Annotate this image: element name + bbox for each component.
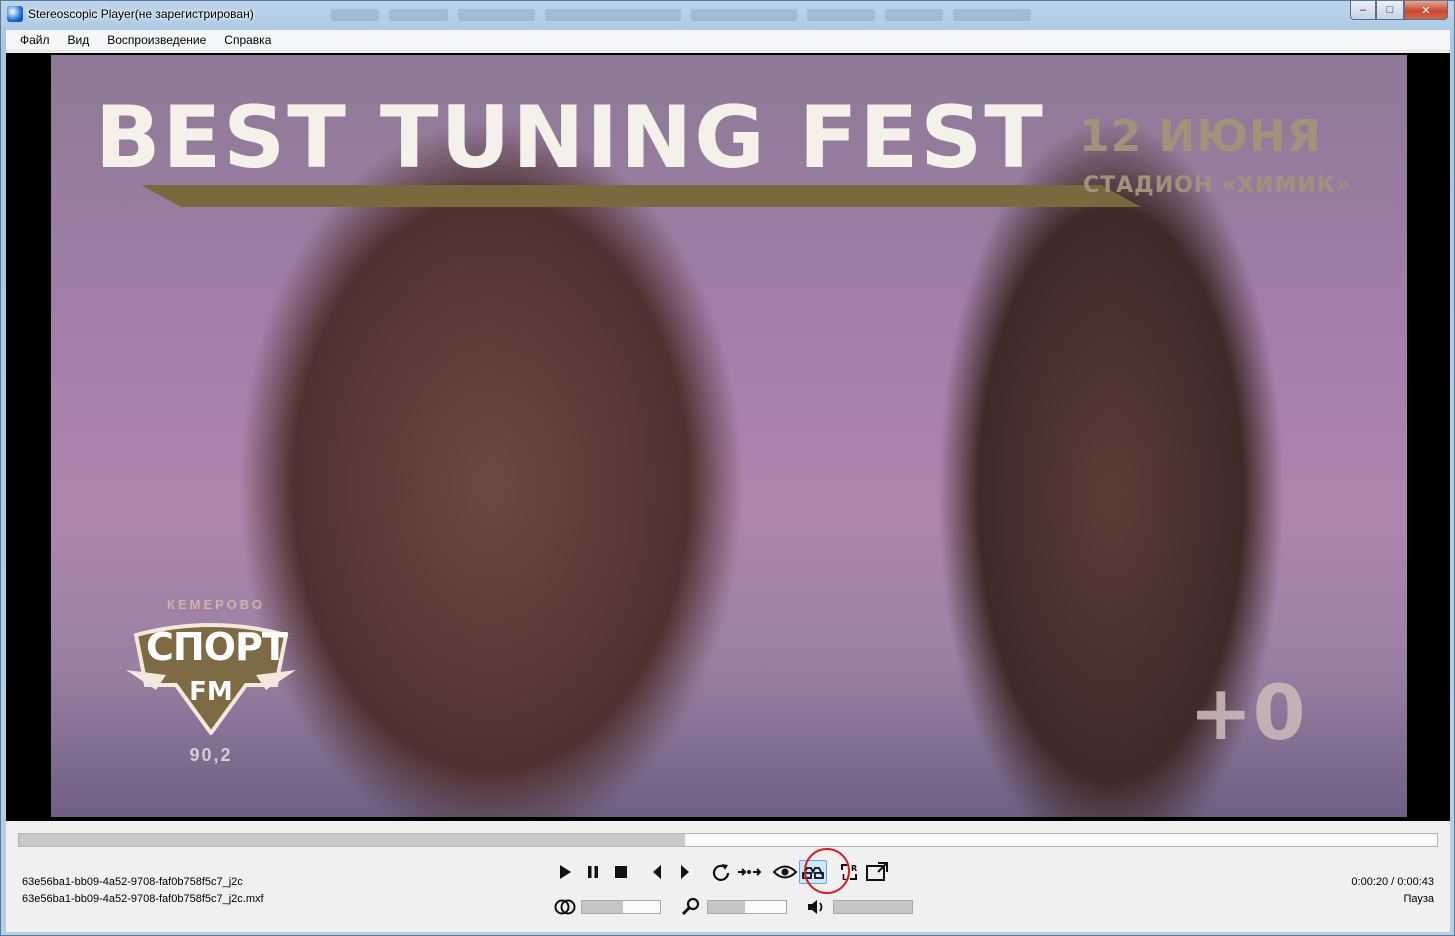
next-icon: [681, 865, 689, 879]
eye-icon: [773, 865, 797, 879]
swap-views-icon: [738, 868, 761, 876]
seek-progress: [19, 834, 686, 846]
pause-icon: [588, 866, 598, 878]
title-bar[interactable]: Stereoscopic Player(не зарегистрирован) …: [1, 1, 1454, 29]
zoom-slider-fill: [708, 901, 745, 913]
maximize-icon: □: [1386, 4, 1394, 16]
menu-view[interactable]: Вид: [59, 30, 99, 51]
age-rating: +0: [1189, 668, 1306, 757]
parallax-icon: [554, 899, 576, 915]
menu-playback[interactable]: Воспроизведение: [98, 30, 215, 51]
fullscreen-icon: [866, 862, 888, 881]
video-venue: СТАДИОН «ХИМИК»: [1083, 173, 1352, 198]
time-info: 0:00:20 / 0:00:43 Пауза: [1351, 874, 1434, 908]
zoom-icon: [681, 897, 700, 916]
logo-city: КЕМЕРОВО: [167, 597, 265, 612]
play-button[interactable]: [551, 860, 579, 884]
playback-status: Пауза: [1403, 893, 1434, 905]
sport-fm-logo: КЕМЕРОВО СПОРТ FM 90,2: [126, 595, 296, 775]
client-area: Файл Вид Воспроизведение Справка BEST TU…: [6, 30, 1450, 932]
adjust-controls: [551, 896, 929, 918]
video-headline: BEST TUNING FEST: [95, 88, 1045, 188]
minimize-button[interactable]: ‒: [1350, 1, 1376, 20]
logo-brand: FM: [189, 677, 233, 707]
volume-icon: [808, 900, 823, 914]
file-path: 63e56ba1-bb09-4a52-9708-faf0b758f5c7_j2c…: [22, 893, 264, 905]
pause-button[interactable]: [579, 860, 607, 884]
previous-button[interactable]: [643, 860, 671, 884]
menu-file[interactable]: Файл: [11, 30, 59, 51]
zoom-button[interactable]: [677, 895, 705, 919]
logo-frequency: 90,2: [189, 745, 233, 765]
svg-text:R: R: [851, 864, 857, 873]
stop-icon: [615, 866, 627, 878]
next-button[interactable]: [671, 860, 699, 884]
repeat-button[interactable]: [707, 860, 735, 884]
volume-button[interactable]: [803, 895, 831, 919]
video-area[interactable]: BEST TUNING FEST 12 ИЮНЯ СТАДИОН «ХИМИК»…: [6, 53, 1450, 821]
banner-stripe: [141, 185, 1141, 207]
minimize-icon: ‒: [1359, 4, 1367, 16]
repeat-icon: [712, 864, 730, 881]
player-window: Stereoscopic Player(не зарегистрирован) …: [0, 0, 1455, 936]
file-info: 63e56ba1-bb09-4a52-9708-faf0b758f5c7_j2c…: [22, 874, 264, 908]
play-icon: [560, 865, 571, 879]
zoom-slider[interactable]: [707, 900, 787, 914]
parallax-slider[interactable]: [581, 900, 661, 914]
close-button[interactable]: ✕: [1404, 1, 1448, 20]
app-icon: [7, 6, 23, 22]
close-icon: ✕: [1421, 4, 1431, 17]
parallax-button[interactable]: [551, 895, 579, 919]
logo-name: СПОРТ: [146, 625, 288, 669]
time-display: 0:00:20 / 0:00:43: [1351, 876, 1434, 888]
menu-help[interactable]: Справка: [215, 30, 280, 51]
volume-slider[interactable]: [833, 900, 913, 914]
maximize-button[interactable]: □: [1376, 1, 1404, 20]
highlight-ring: [804, 848, 850, 894]
video-frame: BEST TUNING FEST 12 ИЮНЯ СТАДИОН «ХИМИК»…: [51, 55, 1407, 817]
video-date: 12 ИЮНЯ: [1079, 111, 1322, 162]
window-title: Stereoscopic Player(не зарегистрирован): [28, 7, 254, 21]
view-eye-button[interactable]: [771, 860, 799, 884]
window-controls: ‒ □ ✕: [1350, 1, 1448, 20]
stop-button[interactable]: [607, 860, 635, 884]
swap-views-button[interactable]: [735, 860, 763, 884]
parallax-slider-fill: [582, 901, 623, 913]
fullscreen-button[interactable]: [863, 860, 891, 884]
seek-bar[interactable]: [18, 833, 1438, 847]
file-name: 63e56ba1-bb09-4a52-9708-faf0b758f5c7_j2c: [22, 876, 243, 888]
taskbar-reflection: [331, 9, 1031, 23]
menu-bar: Файл Вид Воспроизведение Справка: [6, 30, 1450, 51]
previous-icon: [653, 865, 661, 879]
